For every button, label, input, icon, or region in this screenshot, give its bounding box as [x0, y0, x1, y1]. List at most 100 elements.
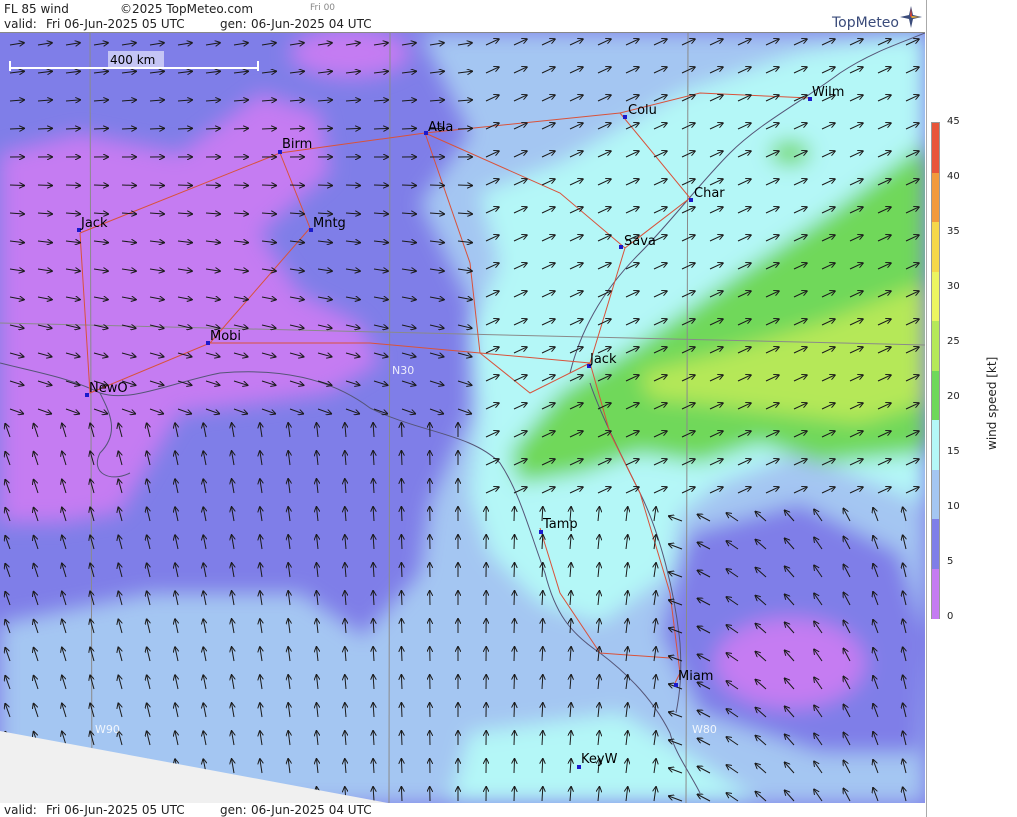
wind-arrow: [401, 703, 402, 718]
wind-arrow: [514, 619, 515, 634]
gen-value: 06-Jun-2025 04 UTC: [251, 17, 372, 31]
wind-arrow: [93, 185, 108, 186]
colorbar-segment: [932, 123, 939, 174]
svg-text:Birm: Birm: [282, 137, 312, 152]
city-columbia[interactable]: Colu: [623, 103, 657, 119]
wind-arrow: [121, 128, 136, 129]
colorbar-segment: [932, 370, 939, 421]
wind-arrow: [177, 185, 192, 186]
city-tampa[interactable]: Tamp: [539, 517, 578, 534]
product-title: FL 85 wind: [4, 2, 69, 16]
city-mobile[interactable]: Mobi: [206, 329, 241, 345]
city-jacksonville[interactable]: Jack: [587, 352, 617, 368]
footer-bar: valid: Fri 06-Jun-2025 05 UTC gen: 06-Ju…: [0, 803, 925, 817]
wind-arrow: [401, 507, 402, 522]
compass-icon: [900, 6, 922, 28]
wind-arrow: [233, 128, 248, 129]
wind-arrow: [401, 128, 416, 129]
valid-value: Fri 06-Jun-2025 05 UTC: [46, 17, 185, 31]
wind-arrow: [514, 731, 515, 746]
wind-arrow: [65, 185, 80, 186]
svg-text:Sava: Sava: [624, 234, 656, 249]
city-key-west[interactable]: KeyW: [577, 752, 618, 769]
city-jackson[interactable]: Jack: [77, 216, 108, 232]
svg-text:Char: Char: [694, 186, 725, 201]
colorbar-tick-label: 0: [947, 611, 954, 622]
wind-arrow: [514, 703, 515, 718]
city-atlanta[interactable]: Atla: [424, 120, 453, 135]
city-charleston[interactable]: Char: [689, 186, 725, 202]
wind-arrow: [373, 128, 388, 129]
wind-arrow: [373, 185, 388, 186]
wind-arrow: [401, 591, 402, 606]
footer-valid-value: Fri 06-Jun-2025 05 UTC: [46, 803, 185, 817]
colorbar-tick-label: 45: [947, 116, 960, 127]
svg-text:KeyW: KeyW: [581, 752, 618, 767]
colorbar-tick-label: 40: [947, 171, 960, 182]
colorbar-segment: [932, 420, 939, 471]
wind-arrow: [401, 451, 402, 466]
gen-label: gen:: [220, 17, 247, 31]
colorbar-tick-label: 15: [947, 446, 960, 457]
city-wilmington[interactable]: Wilm: [808, 85, 844, 101]
wind-arrow: [9, 128, 24, 129]
wind-arrow: [261, 128, 276, 129]
city-montgomery[interactable]: Mntg: [309, 216, 346, 232]
wind-arrow: [514, 675, 515, 690]
colorbar-label: wind speed [kt]: [985, 356, 999, 450]
wind-arrow: [401, 647, 402, 662]
wind-arrow: [401, 423, 402, 438]
scale-bar-label: 400 km: [110, 53, 155, 67]
colorbar-tick-label: 30: [947, 281, 960, 292]
city-new-orleans[interactable]: NewO: [85, 381, 128, 397]
colorbar-tick-label: 10: [947, 501, 960, 512]
colorbar-tick-label: 25: [947, 336, 960, 347]
wind-arrow: [149, 185, 164, 186]
wind-arrow: [457, 128, 472, 129]
lon-label-w80: W80: [692, 723, 717, 736]
wind-arrow: [289, 128, 304, 129]
wind-arrow: [65, 128, 80, 129]
wind-arrow: [514, 563, 515, 578]
wind-map[interactable]: 400 km N30 W90 W80 Jack Birm Atla Mntg M…: [0, 33, 925, 803]
map-canvas: 400 km N30 W90 W80 Jack Birm Atla Mntg M…: [0, 33, 925, 803]
wind-arrow: [9, 185, 24, 186]
city-savannah[interactable]: Sava: [619, 234, 656, 249]
wind-arrow: [401, 479, 402, 494]
wind-arrow: [514, 535, 515, 550]
colorbar-segment: [932, 469, 939, 520]
wind-arrow: [429, 185, 444, 186]
frame-label: Fri 00: [310, 3, 336, 13]
wind-arrow: [401, 759, 402, 774]
wind-arrow: [289, 185, 304, 186]
wind-arrow: [317, 185, 332, 186]
svg-text:Miam: Miam: [678, 669, 713, 684]
colorbar-label-wrap: wind speed [kt]: [985, 357, 1005, 470]
city-birmingham[interactable]: Birm: [278, 137, 312, 154]
wind-arrow: [401, 619, 402, 634]
topmeteo-logo: TopMeteo: [832, 6, 922, 31]
svg-text:Jack: Jack: [80, 216, 108, 231]
colorbar: [931, 122, 940, 619]
valid-label: valid:: [4, 17, 37, 31]
svg-text:NewO: NewO: [89, 381, 128, 396]
wind-arrow: [514, 507, 515, 522]
wind-arrow: [149, 128, 164, 129]
svg-text:Tamp: Tamp: [542, 517, 578, 532]
wind-arrow: [514, 647, 515, 662]
copyright: ©2025 TopMeteo.com: [120, 2, 254, 16]
wind-arrow: [261, 185, 276, 186]
wind-arrow: [317, 128, 332, 129]
wind-arrow: [514, 591, 515, 606]
svg-text:Wilm: Wilm: [812, 85, 844, 100]
lon-label-w90: W90: [95, 723, 120, 736]
colorbar-segment: [932, 321, 939, 372]
colorbar-tick-label: 20: [947, 391, 960, 402]
wind-arrow: [345, 185, 360, 186]
colorbar-segment: [932, 172, 939, 223]
wind-arrow: [177, 128, 192, 129]
wind-arrow: [514, 759, 515, 774]
colorbar-panel: 45 40 35 30 25 20 15 10 5 0 wind speed [kt]: [926, 0, 1017, 817]
svg-text:Jack: Jack: [589, 352, 617, 367]
svg-text:Colu: Colu: [628, 103, 657, 118]
